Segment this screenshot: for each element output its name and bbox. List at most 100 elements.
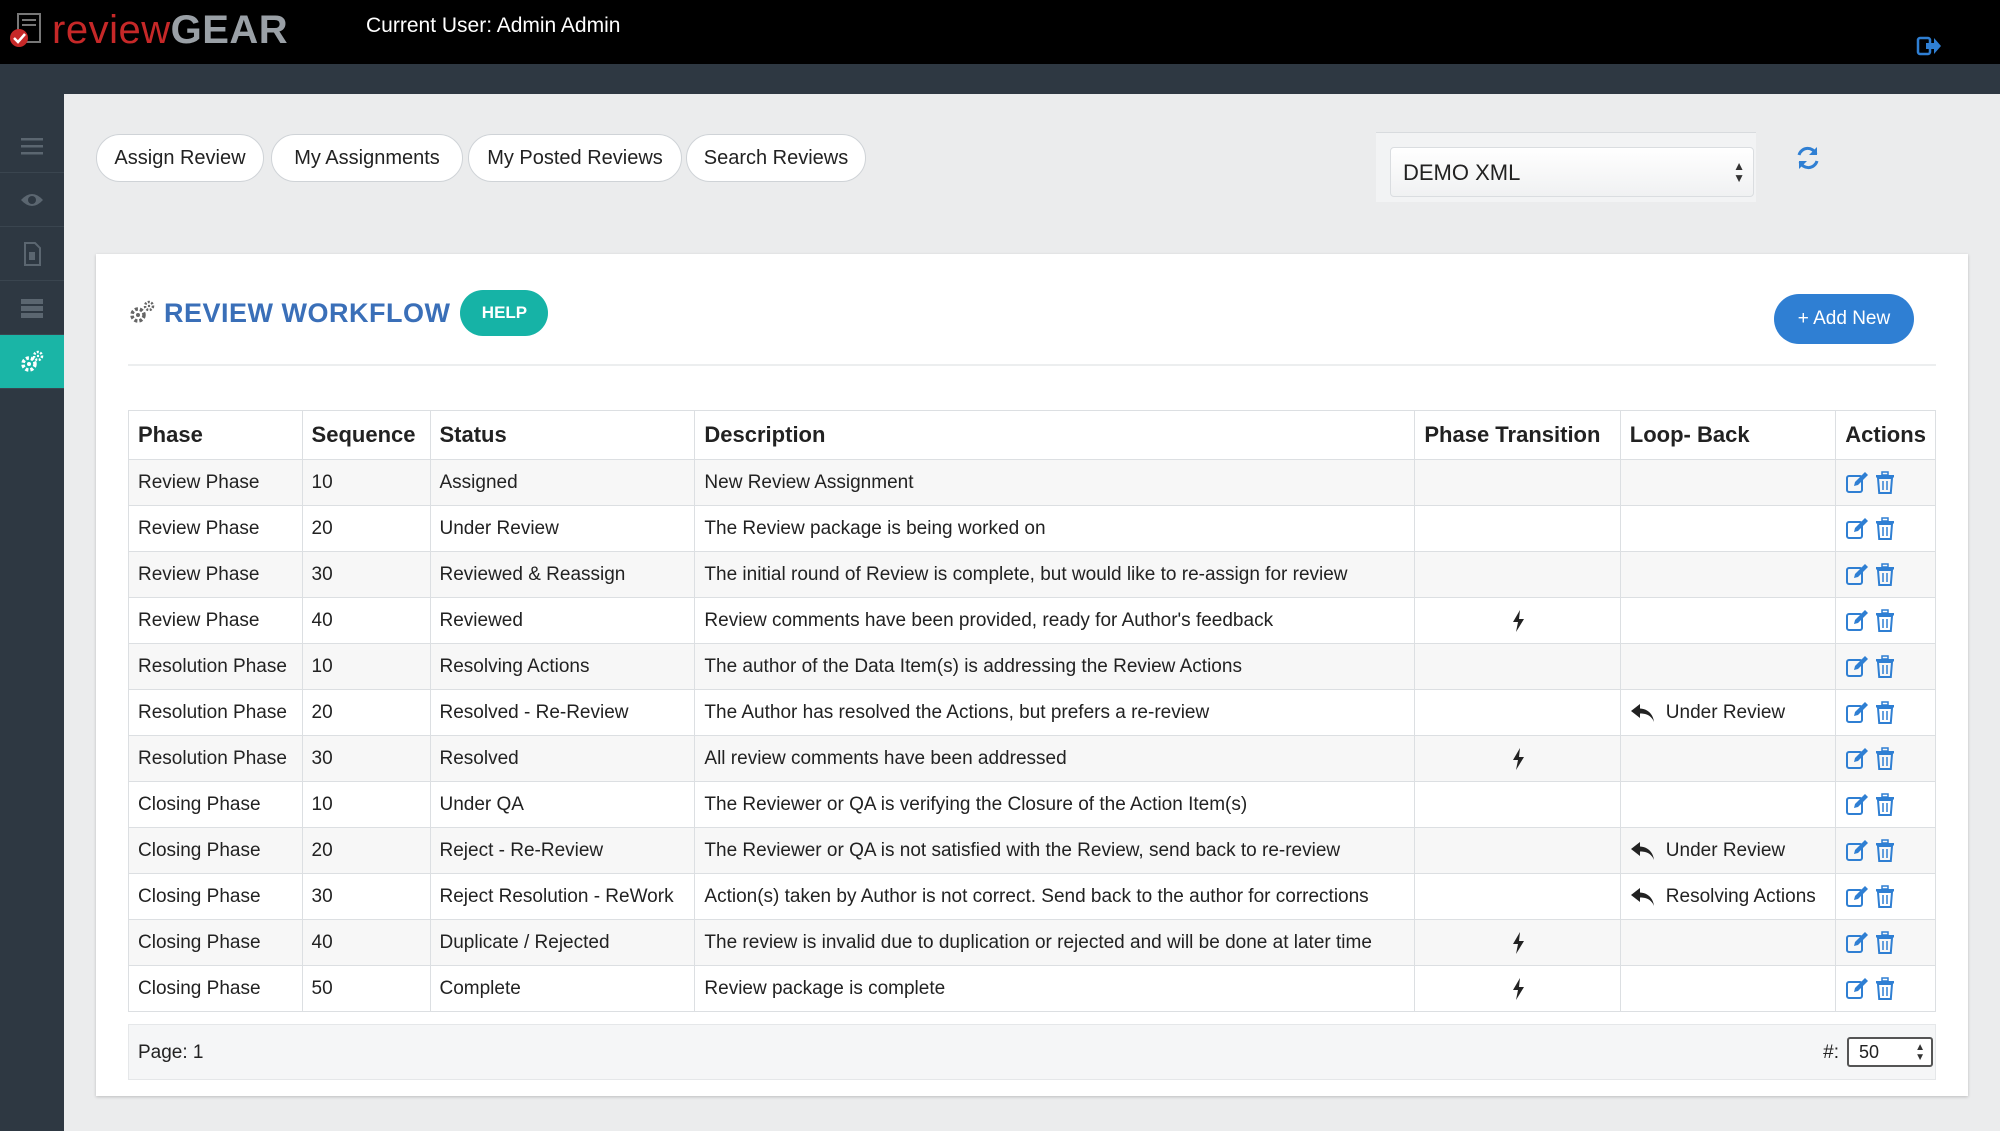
col-header-actions: Actions	[1835, 410, 1936, 460]
tab-my-assignments[interactable]: My Assignments	[271, 134, 463, 182]
rail-settings[interactable]	[0, 335, 64, 389]
trash-icon[interactable]	[1873, 654, 1897, 679]
table-row[interactable]: Resolution Phase 20 Resolved - Re-Review Th…	[128, 689, 1936, 736]
cell-description: Review comments have been provided, read…	[694, 597, 1416, 644]
project-select[interactable]: DEMO XML ▲ ▼	[1390, 147, 1754, 197]
trash-icon[interactable]	[1873, 930, 1897, 955]
edit-icon[interactable]	[1845, 747, 1869, 771]
select-arrows-icon: ▲ ▼	[1915, 1042, 1925, 1063]
col-header-status[interactable]: Status	[429, 410, 696, 460]
cell-loop-back	[1619, 781, 1837, 828]
table-row[interactable]: Resolution Phase 30 Resolved All review com…	[128, 735, 1936, 782]
edit-icon[interactable]	[1845, 701, 1869, 725]
list-icon	[21, 298, 43, 318]
edit-icon[interactable]	[1845, 793, 1869, 817]
refresh-icon[interactable]	[1794, 144, 1822, 172]
col-header-description[interactable]: Description	[694, 410, 1416, 460]
trash-icon[interactable]	[1873, 608, 1897, 633]
cell-phase-transition	[1414, 643, 1621, 690]
cell-actions	[1835, 781, 1936, 828]
rail-menu[interactable]	[0, 119, 64, 173]
table-footer: Page: 1 #: 50 ▲ ▼	[128, 1024, 1936, 1080]
cell-loop-back	[1619, 643, 1837, 690]
edit-icon[interactable]	[1845, 471, 1869, 495]
add-new-button[interactable]: + Add New	[1774, 294, 1914, 344]
table-row[interactable]: Closing Phase 50 Complete Review package is…	[128, 965, 1936, 1012]
col-header-sequence[interactable]: Sequence	[301, 410, 431, 460]
cell-description: All review comments have been addressed	[694, 735, 1416, 782]
edit-icon[interactable]	[1845, 885, 1869, 909]
project-select-container: DEMO XML ▲ ▼	[1376, 132, 1756, 202]
cell-phase-transition	[1414, 827, 1621, 874]
trash-icon[interactable]	[1873, 746, 1897, 771]
col-header-loop-back[interactable]: Loop- Back	[1619, 410, 1837, 460]
cell-actions	[1835, 919, 1936, 966]
app-logo[interactable]: reviewGEAR	[8, 6, 288, 54]
loop-back-target: Resolving Actions	[1665, 885, 1816, 907]
cell-sequence: 10	[301, 781, 431, 828]
edit-icon[interactable]	[1845, 517, 1869, 541]
edit-icon[interactable]	[1845, 977, 1869, 1001]
table-row[interactable]: Closing Phase 30 Reject Resolution - ReWor…	[128, 873, 1936, 920]
trash-icon[interactable]	[1873, 838, 1897, 863]
table-row[interactable]: Review Phase 30 Reviewed & Reassign The ini…	[128, 551, 1936, 598]
cell-sequence: 40	[301, 919, 431, 966]
cell-status: Reject Resolution - ReWork	[429, 873, 696, 920]
tab-search-reviews[interactable]: Search Reviews	[686, 134, 866, 182]
cell-description: The initial round of Review is complete,…	[694, 551, 1416, 598]
edit-icon[interactable]	[1845, 931, 1869, 955]
col-header-phase[interactable]: Phase	[128, 410, 303, 460]
table-row[interactable]: Closing Phase 10 Under QA The Reviewer or Q…	[128, 781, 1936, 828]
edit-icon[interactable]	[1845, 839, 1869, 863]
table-row[interactable]: Closing Phase 20 Reject - Re-Review The Rev…	[128, 827, 1936, 874]
trash-icon[interactable]	[1873, 470, 1897, 495]
edit-icon[interactable]	[1845, 655, 1869, 679]
trash-icon[interactable]	[1873, 976, 1897, 1001]
rail-lists[interactable]	[0, 281, 64, 335]
cell-description: The review is invalid due to duplication…	[694, 919, 1416, 966]
eye-icon	[21, 193, 43, 206]
cell-actions	[1835, 505, 1936, 552]
cell-status: Assigned	[429, 459, 696, 506]
cell-description: New Review Assignment	[694, 459, 1416, 506]
table-row[interactable]: Resolution Phase 10 Resolving Actions The a…	[128, 643, 1936, 690]
cell-actions	[1835, 735, 1936, 782]
col-header-phase-transition[interactable]: Phase Transition	[1414, 410, 1621, 460]
trash-icon[interactable]	[1873, 562, 1897, 587]
cell-description: Action(s) taken by Author is not correct…	[694, 873, 1416, 920]
table-row[interactable]: Review Phase 20 Under Review The Review pac…	[128, 505, 1936, 552]
current-user-label: Current User: Admin Admin	[366, 14, 621, 37]
cell-status: Resolved	[429, 735, 696, 782]
edit-icon[interactable]	[1845, 563, 1869, 587]
table-row[interactable]: Review Phase 10 Assigned New Review Assignm…	[128, 459, 1936, 506]
cell-status: Reviewed	[429, 597, 696, 644]
trash-icon[interactable]	[1873, 700, 1897, 725]
trash-icon[interactable]	[1873, 516, 1897, 541]
cell-description: The Review package is being worked on	[694, 505, 1416, 552]
trash-icon[interactable]	[1873, 884, 1897, 909]
workflow-table: Phase Sequence Status Description Phase …	[128, 410, 1936, 1012]
cell-loop-back	[1619, 505, 1837, 552]
cell-phase: Resolution Phase	[128, 689, 303, 736]
cell-sequence: 20	[301, 505, 431, 552]
tab-assign-review[interactable]: Assign Review	[96, 134, 264, 182]
cell-status: Under Review	[429, 505, 696, 552]
page-indicator: Page: 1	[138, 1042, 204, 1063]
review-workflow-panel: REVIEW WORKFLOW HELP + Add New Phase Seq…	[96, 254, 1968, 1096]
rail-view[interactable]	[0, 173, 64, 227]
sign-out-icon[interactable]	[1916, 34, 1942, 58]
rail-documents[interactable]	[0, 227, 64, 281]
help-button[interactable]: HELP	[460, 290, 549, 336]
cell-phase-transition	[1414, 459, 1621, 506]
loop-back-target: Under Review	[1665, 701, 1786, 723]
menu-icon	[21, 137, 43, 154]
edit-icon[interactable]	[1845, 609, 1869, 633]
per-page-select[interactable]: 50 ▲ ▼	[1847, 1037, 1933, 1067]
trash-icon[interactable]	[1873, 792, 1897, 817]
file-icon	[24, 241, 41, 266]
table-row[interactable]: Review Phase 40 Reviewed Review comments ha…	[128, 597, 1936, 644]
table-row[interactable]: Closing Phase 40 Duplicate / Rejected The r…	[128, 919, 1936, 966]
gears-icon	[130, 300, 155, 323]
tab-my-posted-reviews[interactable]: My Posted Reviews	[468, 134, 682, 182]
cell-sequence: 30	[301, 551, 431, 598]
